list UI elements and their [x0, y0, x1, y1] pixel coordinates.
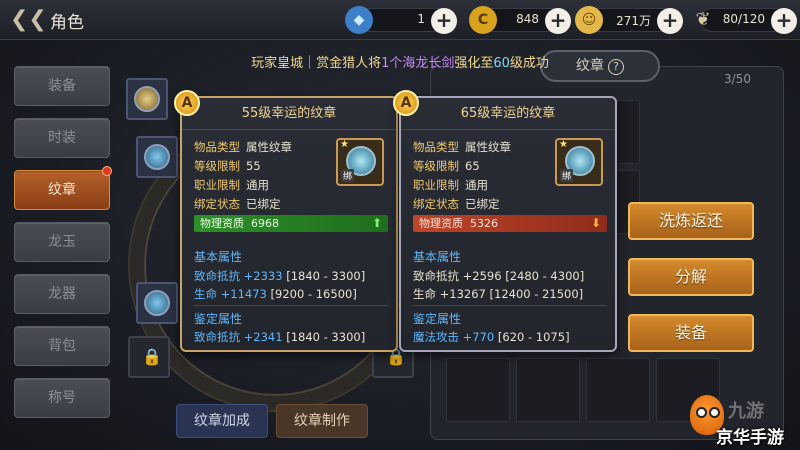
game-screen: ❮❮ 角色 ◆ 1 + C 848 + ☺ 271万 + ❦ 80/120 + …: [0, 0, 800, 450]
star-icon: ★: [340, 139, 349, 150]
broadcast-message: 玩家皇城｜赏金猎人将1个海龙长剑强化至60级成功: [251, 56, 549, 71]
emblem-tooltip-compare: A 65级幸运的纹章 物品类型 属性纹章 等级限制 65 职业限制 通用 绑定状态 已绑…: [393, 90, 617, 352]
back-arrow-icon[interactable]: ❮❮: [10, 6, 47, 34]
identified-attributes-heading: 鉴定属性: [413, 312, 462, 326]
base-attributes-heading: 基本属性: [194, 250, 243, 264]
card-title: 55级幸运的纹章: [182, 98, 396, 130]
aptitude-bar: 物理资质 6968 ⬆: [194, 215, 388, 232]
nav-item-dragon-artifact[interactable]: 龙器: [14, 274, 110, 314]
stamina-resource: ❦ 80/120 +: [695, 8, 797, 34]
emblem-item-icon: ★ 绑: [336, 138, 384, 186]
nav-item-dragon-jade[interactable]: 龙玉: [14, 222, 110, 262]
emblem-slot[interactable]: [136, 136, 178, 178]
nav-item-emblem[interactable]: 纹章: [14, 170, 110, 210]
bound-tag: 绑: [560, 169, 574, 182]
identified-attributes-heading: 鉴定属性: [194, 312, 243, 326]
wing-icon: ❦: [695, 9, 711, 30]
add-diamond-button[interactable]: +: [431, 8, 457, 34]
attribute-line: 致命抵抗 +2596 [2480 - 4300]: [413, 269, 585, 283]
emblem-gem-icon: [144, 290, 170, 316]
item-properties: 物品类型 属性纹章 等级限制 55 职业限制 通用 绑定状态 已绑定: [194, 140, 292, 211]
emblem-slot[interactable]: [126, 78, 168, 120]
gold-c-coin-icon: C: [469, 6, 497, 34]
locked-slot[interactable]: 🔒: [128, 336, 170, 378]
equip-button[interactable]: 装备: [628, 314, 754, 352]
emblem-slot[interactable]: [136, 282, 178, 324]
add-coin-c-button[interactable]: +: [545, 8, 571, 34]
base-attributes-heading: 基本属性: [413, 250, 462, 264]
attribute-line: 生命 +11473 [9200 - 16500]: [194, 287, 357, 301]
arrow-down-icon: ⬇: [590, 216, 601, 230]
emblem-bonus-button[interactable]: 纹章加成: [176, 404, 268, 438]
emblem-gem-icon: [134, 86, 160, 112]
add-gold-button[interactable]: +: [657, 8, 683, 34]
divider: [194, 305, 388, 306]
coin-c-resource: C 848 +: [469, 6, 571, 34]
bound-tag: 绑: [341, 169, 355, 182]
gold-coin-icon: ☺: [575, 6, 603, 34]
divider: [413, 305, 607, 306]
item-properties: 物品类型 属性纹章 等级限制 65 职业限制 通用 绑定状态 已绑定: [413, 140, 511, 211]
emblem-item-icon: ★ 绑: [555, 138, 603, 186]
arrow-up-icon: ⬆: [371, 216, 382, 230]
inventory-cell[interactable]: [616, 100, 640, 164]
diamond-resource: ◆ 1 +: [345, 6, 457, 34]
grade-a-badge-icon: A: [393, 90, 419, 116]
nav-item-bag[interactable]: 背包: [14, 326, 110, 366]
decompose-button[interactable]: 分解: [628, 258, 754, 296]
refine-return-button[interactable]: 洗炼返还: [628, 202, 754, 240]
page-title: 角色: [50, 13, 84, 33]
site-watermark: 九游 京华手游: [690, 395, 800, 450]
inventory-count: 3/50: [724, 72, 751, 86]
inventory-cell[interactable]: [586, 358, 650, 422]
attribute-line: 致命抵抗 +2333 [1840 - 3300]: [194, 269, 366, 283]
emblem-tooltip-current: A 55级幸运的纹章 物品类型 属性纹章 等级限制 55 职业限制 通用 绑定状态 已绑…: [174, 90, 398, 352]
emblem-craft-button[interactable]: 纹章制作: [276, 404, 368, 438]
notification-dot: [102, 166, 112, 176]
lock-icon: 🔒: [142, 347, 162, 366]
emblem-gem-icon: [144, 144, 170, 170]
blue-gem-icon: ◆: [345, 6, 373, 34]
aptitude-bar: 物理资质 5326 ⬇: [413, 215, 607, 232]
inventory-cell[interactable]: [446, 358, 510, 422]
inventory-cell[interactable]: [516, 358, 580, 422]
attribute-line: 魔法攻击 +770 [620 - 1075]: [413, 330, 570, 344]
nav-item-equipment[interactable]: 装备: [14, 66, 110, 106]
card-title: 65级幸运的纹章: [401, 98, 615, 130]
top-bar: ❮❮ 角色 ◆ 1 + C 848 + ☺ 271万 + ❦ 80/120 +: [0, 0, 800, 40]
star-icon: ★: [559, 139, 568, 150]
add-stamina-button[interactable]: +: [771, 8, 797, 34]
attribute-line: 致命抵抗 +2341 [1840 - 3300]: [194, 330, 366, 344]
attribute-line: 生命 +13267 [12400 - 21500]: [413, 287, 584, 301]
gold-resource: ☺ 271万 +: [575, 6, 683, 34]
nav-item-fashion[interactable]: 时装: [14, 118, 110, 158]
grade-a-badge-icon: A: [174, 90, 200, 116]
nav-item-title[interactable]: 称号: [14, 378, 110, 418]
